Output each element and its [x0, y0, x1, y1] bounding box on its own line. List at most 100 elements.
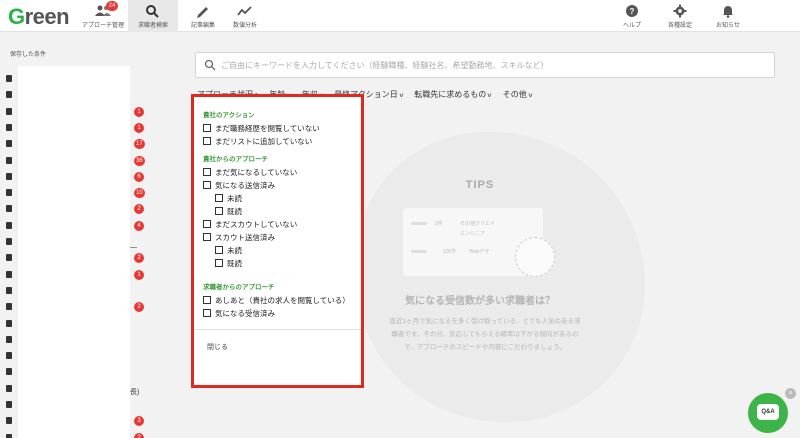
tips-illustration-text: エンジニア [460, 231, 486, 237]
document-icon [6, 303, 12, 311]
checkbox-icon[interactable] [203, 233, 211, 241]
saved-condition-item[interactable] [0, 317, 160, 331]
tips-illustration-text: 100件 [443, 249, 457, 255]
document-icon [6, 107, 12, 115]
nav-help[interactable]: ? ヘルプ [607, 0, 657, 32]
checkbox-icon[interactable] [215, 246, 223, 254]
document-icon [6, 270, 12, 278]
keyword-search-box[interactable] [195, 52, 775, 78]
tips-illustration-text: Webデザ [469, 249, 490, 255]
search-icon [204, 59, 216, 71]
chevron-down-icon: v [528, 93, 533, 99]
saved-condition-item[interactable]: 36 [0, 154, 160, 168]
saved-condition-item[interactable]: 6 [0, 170, 160, 184]
saved-condition-item[interactable] [0, 365, 160, 379]
qa-chat-button[interactable]: Q&A [748, 393, 788, 433]
new-count-badge: 1 [134, 269, 144, 280]
gear-icon [673, 4, 687, 18]
bell-icon [723, 6, 733, 18]
document-icon [6, 319, 12, 327]
saved-condition-item[interactable]: 10 [0, 186, 160, 200]
checkbox-icon[interactable] [203, 181, 211, 189]
checkbox-icon[interactable] [203, 124, 211, 132]
dropdown-divider [194, 329, 361, 330]
saved-condition-item[interactable] [0, 72, 160, 86]
nav-settings[interactable]: 各種設定 [655, 0, 705, 32]
new-count-badge: 2 [134, 302, 144, 313]
help-icon: ? [626, 5, 638, 17]
saved-condition-item[interactable] [0, 284, 160, 298]
checkbox-icon[interactable] [215, 207, 223, 215]
saved-condition-item[interactable]: 17 [0, 137, 160, 151]
new-count-badge: 6 [134, 171, 144, 182]
checkbox-icon[interactable] [203, 309, 211, 317]
new-count-badge: 2 [134, 253, 144, 264]
green-logo[interactable]: Green [8, 4, 70, 30]
tips-body: 直近1ヶ月で気になるを多く受け取っている、とても人気のある求 職者です。その分、… [389, 318, 581, 351]
nav-approach-management[interactable]: 24 アプローチ管理 [78, 0, 128, 32]
chart-line-icon [237, 6, 252, 16]
tips-illustration-text: その他クリエイ [460, 221, 496, 227]
tips-title: TIPS [465, 179, 495, 191]
tips-background-shape [355, 132, 645, 422]
saved-condition-item[interactable]: 2 [0, 431, 160, 438]
tips-heading: 気になる受信数が多い求職者は？ [405, 296, 555, 307]
document-icon [6, 123, 12, 131]
checkbox-icon[interactable] [203, 168, 211, 176]
qa-bubble-icon: Q&A [757, 404, 779, 420]
checkbox-icon[interactable] [203, 220, 211, 228]
new-count-badge: 1 [134, 122, 144, 133]
nav-analytics[interactable]: 数値分析 [220, 0, 270, 32]
nav-notifications[interactable]: お知らせ [703, 0, 753, 32]
document-icon [6, 205, 12, 213]
document-icon [6, 417, 12, 425]
saved-condition-item[interactable] [0, 349, 160, 363]
document-icon [6, 140, 12, 148]
saved-condition-item[interactable]: 1 [0, 105, 160, 119]
document-icon [6, 352, 12, 360]
tips-illustration-text: 5件 [435, 221, 443, 227]
saved-condition-item[interactable]: 1 [0, 121, 160, 135]
top-header: Green 24 アプローチ管理 求職者検索 記事編集 数値分析 ? ヘルプ 各… [0, 0, 800, 32]
document-icon [6, 286, 12, 294]
saved-condition-item[interactable] [0, 88, 160, 102]
document-icon [6, 238, 12, 245]
saved-condition-item[interactable]: 2 [0, 202, 160, 216]
document-icon [6, 254, 12, 262]
section-company-approach: 貴社からのアプローチ [203, 156, 268, 163]
keyword-search-input[interactable] [221, 56, 761, 74]
document-icon [6, 91, 12, 99]
approach-badge: 24 [106, 1, 118, 11]
chevron-down-icon: v [399, 93, 404, 99]
svg-text:?: ? [630, 7, 635, 16]
document-icon [6, 221, 12, 229]
document-icon [6, 172, 12, 180]
saved-condition-item[interactable]: 1 [0, 268, 160, 282]
saved-condition-item[interactable]: 2 [0, 251, 160, 265]
document-icon [6, 189, 12, 197]
document-icon [6, 384, 12, 392]
saved-condition-item[interactable] [0, 333, 160, 347]
sidebar-fragment: — [130, 244, 137, 251]
chevron-down-icon: v [487, 93, 492, 99]
saved-conditions-sidebar: 保存した条件 1 1 17 36 6 10 2 4 2 1 2 3 2 — 長) [0, 32, 160, 438]
checkbox-icon[interactable] [215, 194, 223, 202]
person-icon [515, 237, 555, 277]
close-dropdown-link[interactable]: 閉じる [207, 342, 228, 352]
saved-condition-item[interactable]: 3 [0, 414, 160, 428]
filter-job-preferences[interactable]: 転職先に求めるもの v [414, 89, 491, 100]
nav-candidate-search[interactable]: 求職者検索 [128, 0, 178, 32]
saved-condition-item[interactable]: 4 [0, 219, 160, 233]
document-icon [6, 335, 12, 343]
checkbox-icon[interactable] [203, 296, 211, 304]
saved-condition-item[interactable]: 2 [0, 300, 160, 314]
document-icon [6, 75, 12, 82]
approach-status-dropdown: 貴社のアクション まだ職務経歴を閲覧していない まだリストに追加していない 貴社… [191, 94, 364, 388]
close-icon[interactable]: × [785, 388, 796, 399]
document-icon [6, 433, 12, 438]
checkbox-icon[interactable] [215, 259, 223, 267]
filter-other[interactable]: その他 v [503, 89, 532, 100]
checkbox-icon[interactable] [203, 137, 211, 145]
saved-condition-item[interactable] [0, 398, 160, 412]
new-count-badge: 10 [134, 188, 145, 199]
